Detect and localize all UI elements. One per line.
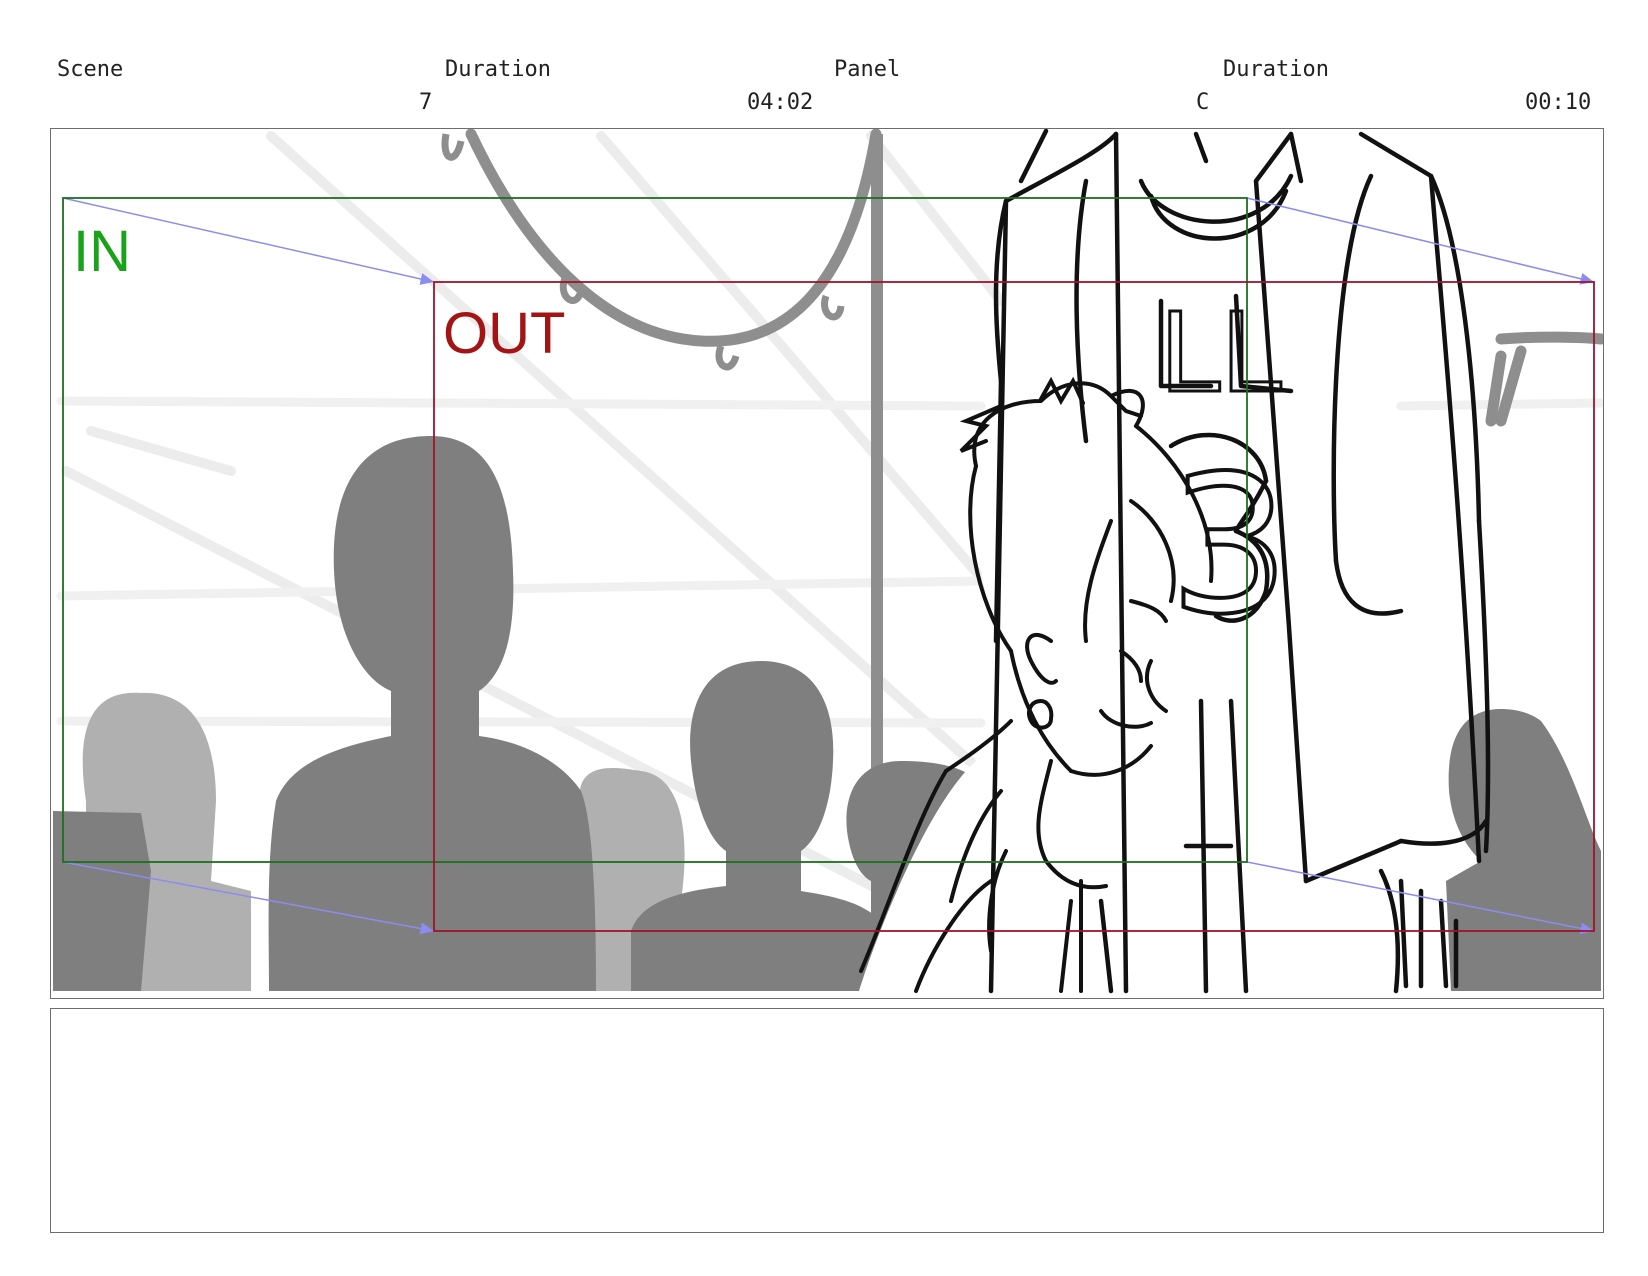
panel-artwork: LL 3 IN OUT	[53, 129, 1603, 994]
background-horizontals	[56, 396, 1603, 728]
scene-duration: 04:02	[747, 90, 814, 115]
pole	[871, 134, 883, 774]
jersey-letters: LL	[1159, 289, 1282, 417]
move-arrow-top-right	[1246, 197, 1595, 285]
in-frame-label: IN	[73, 219, 131, 284]
scene-duration-label: Duration	[445, 57, 551, 82]
out-frame-label: OUT	[443, 301, 565, 366]
scene-number: 7	[419, 90, 433, 115]
jersey-number: 3	[1169, 435, 1290, 656]
garland-hook-left	[441, 133, 465, 161]
storyboard-panel: LL 3 IN OUT	[50, 128, 1604, 999]
panel-id: C	[1196, 90, 1210, 115]
crowd-front	[53, 436, 1601, 991]
notes-box[interactable]	[50, 1008, 1604, 1233]
panel-duration: 00:10	[1525, 90, 1592, 115]
scene-label: Scene	[57, 57, 124, 82]
panel-duration-label: Duration	[1223, 57, 1329, 82]
garland-hook	[715, 344, 740, 371]
panel-label: Panel	[834, 57, 901, 82]
garland-hook	[821, 294, 845, 321]
